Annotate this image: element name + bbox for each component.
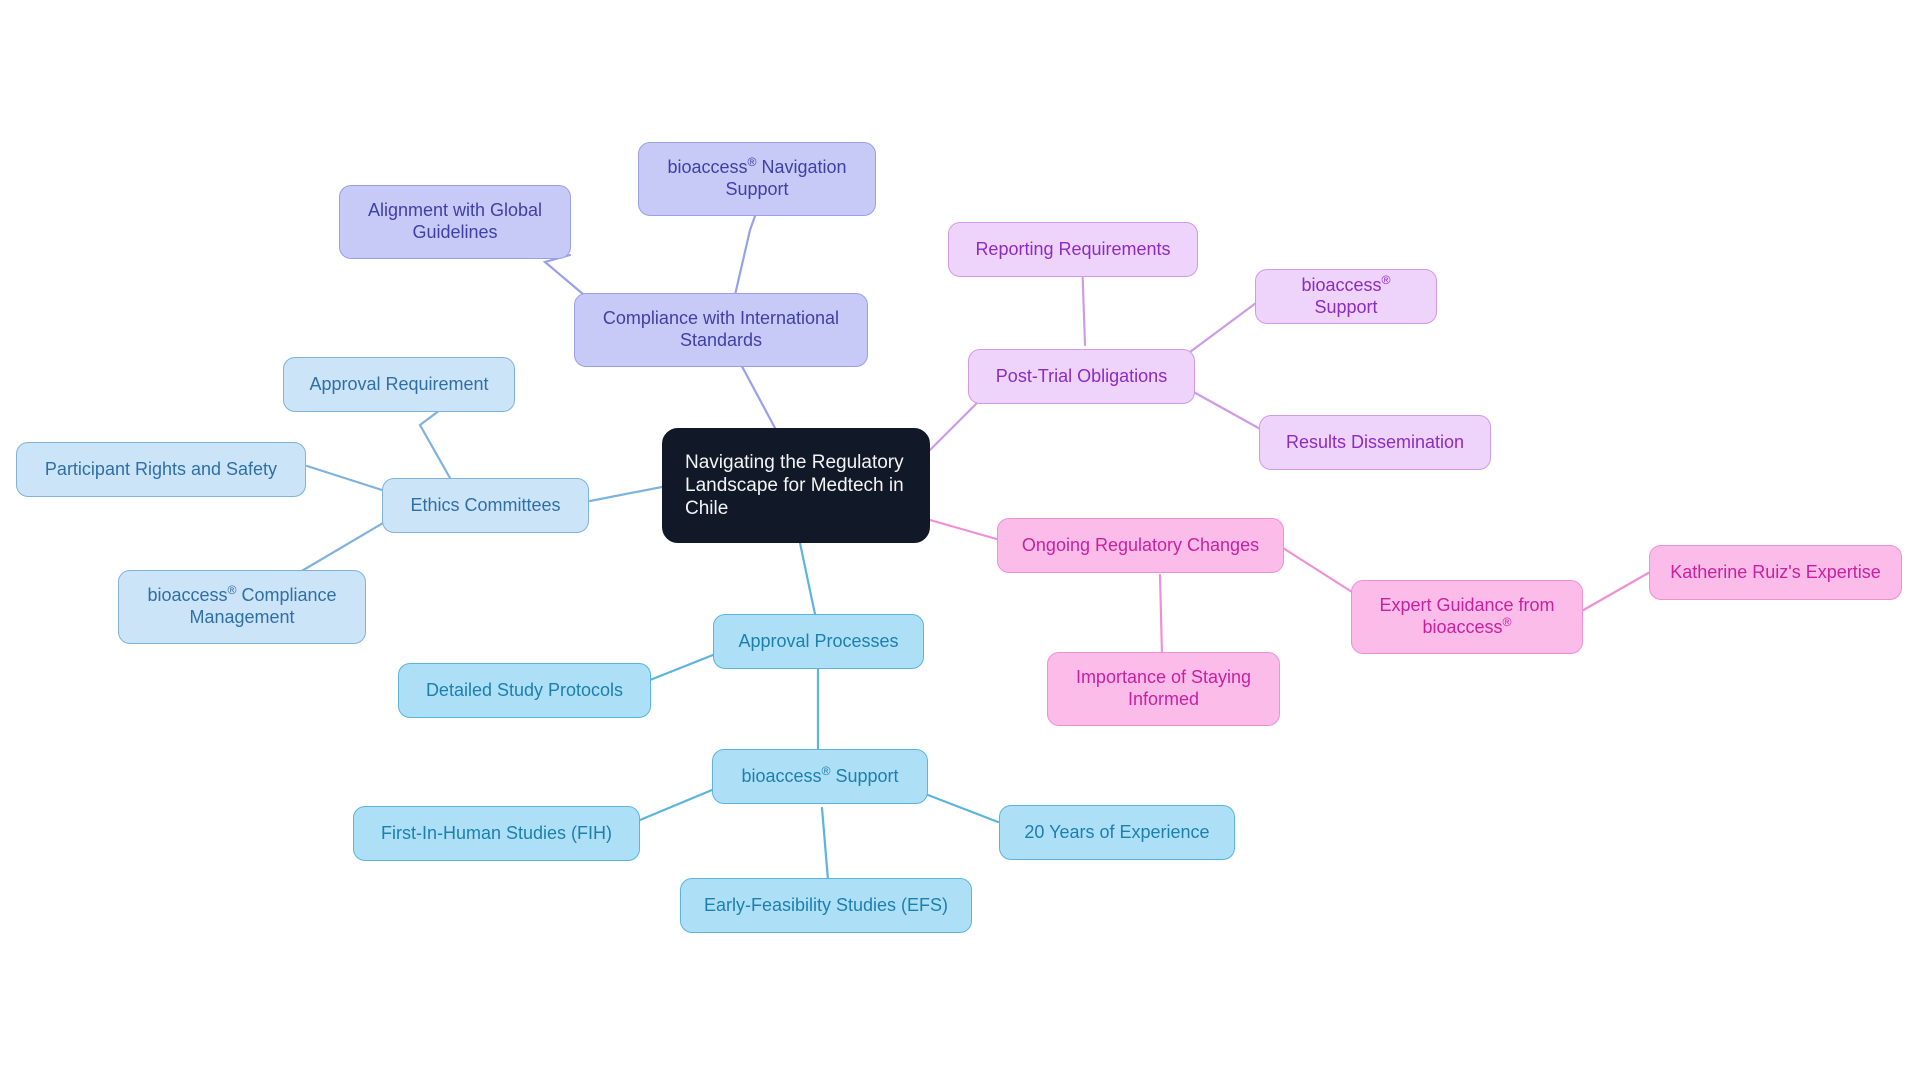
node-label-bioaccess-support-sky: bioaccess® Support [741,763,899,786]
node-bioaccess-support-posttrial[interactable]: bioaccess® Support [1255,269,1437,324]
node-label-approval-requirement: Approval Requirement [309,373,489,394]
node-early-feasibility-studies[interactable]: Early-Feasibility Studies (EFS) [680,878,972,933]
node-bioaccess-navigation-support[interactable]: bioaccess® Navigation Support [638,142,876,216]
node-label-years: 20 Years of Experience [1024,821,1210,842]
edge-support-years [926,793,1000,824]
node-label-protocols: Detailed Study Protocols [425,679,624,700]
node-first-in-human-studies[interactable]: First-In-Human Studies (FIH) [353,806,640,861]
edge-ethics-approvalreq [418,408,452,480]
node-results-dissemination[interactable]: Results Dissemination [1259,415,1491,470]
node-label-alignment: Alignment with Global Guidelines [367,200,543,242]
node-approval-requirement[interactable]: Approval Requirement [283,357,515,412]
node-post-trial-obligations[interactable]: Post-Trial Obligations [968,349,1195,404]
node-importance-of-staying-informed[interactable]: Importance of Staying Informed [1047,652,1280,726]
node-katherine-ruiz-expertise[interactable]: Katherine Ruiz's Expertise [1649,545,1902,600]
node-reporting-requirements[interactable]: Reporting Requirements [948,222,1198,277]
node-label-reporting: Reporting Requirements [975,238,1171,259]
edge-ongoing-expertguidance [1281,546,1354,594]
node-compliance-with-international-standards[interactable]: Compliance with International Standards [574,293,868,367]
node-participant-rights-and-safety[interactable]: Participant Rights and Safety [16,442,306,497]
node-label-bioaccess-support-purple: bioaccess® Support [1301,272,1391,317]
node-label-ongoing-changes: Ongoing Regulatory Changes [1021,534,1260,555]
node-label-compliance: Compliance with International Standards [602,308,840,350]
edge-support-efs [820,806,830,882]
root-node[interactable]: Navigating the Regulatory Landscape for … [662,428,930,543]
edge-compliance-navsupport [733,214,757,297]
edge-root-ongoingchanges [928,518,1002,542]
node-label-approval-processes: Approval Processes [738,630,899,651]
node-label-ethics: Ethics Committees [410,494,561,515]
edge-ongoing-stayinginformed [1158,573,1164,657]
node-label-nav-support: bioaccess® Navigation Support [667,155,847,199]
node-approval-processes[interactable]: Approval Processes [713,614,924,669]
node-label-participant-rights: Participant Rights and Safety [44,458,278,479]
node-label-compliance-mgmt: bioaccess® Compliance Management [147,583,337,627]
node-label-results: Results Dissemination [1285,431,1465,452]
edge-posttrial-bioaccesssupport [1188,298,1262,354]
node-label-post-trial: Post-Trial Obligations [995,365,1168,386]
node-bioaccess-compliance-management[interactable]: bioaccess® Compliance Management [118,570,366,644]
edge-posttrial-results [1188,388,1264,432]
edge-ethics-participant [305,464,384,492]
node-label-fih: First-In-Human Studies (FIH) [380,822,613,843]
edge-approval-protocols [648,653,715,682]
node-expert-guidance-from-bioaccess[interactable]: Expert Guidance from bioaccess® [1351,580,1583,654]
edge-ethics-compliancemgmt [298,521,385,574]
edge-root-ethics [588,485,664,503]
node-detailed-study-protocols[interactable]: Detailed Study Protocols [398,663,651,718]
node-label-expert-guidance: Expert Guidance from bioaccess® [1379,595,1555,637]
node-label-efs: Early-Feasibility Studies (EFS) [703,894,949,915]
node-bioaccess-support-approval[interactable]: bioaccess® Support [712,749,928,804]
edge-support-fih [638,788,714,822]
mindmap-canvas: Navigating the Regulatory Landscape for … [0,0,1920,1083]
node-ethics-committees[interactable]: Ethics Committees [382,478,589,533]
node-alignment-with-global-guidelines[interactable]: Alignment with Global Guidelines [339,185,571,259]
node-ongoing-regulatory-changes[interactable]: Ongoing Regulatory Changes [997,518,1284,573]
node-label-staying-informed: Importance of Staying Informed [1075,667,1252,709]
edge-expertguidance-katherine [1578,570,1652,614]
root-node-label: Navigating the Regulatory Landscape for … [685,451,904,520]
node-label-katherine: Katherine Ruiz's Expertise [1670,561,1881,582]
node-20-years-of-experience[interactable]: 20 Years of Experience [999,805,1235,860]
